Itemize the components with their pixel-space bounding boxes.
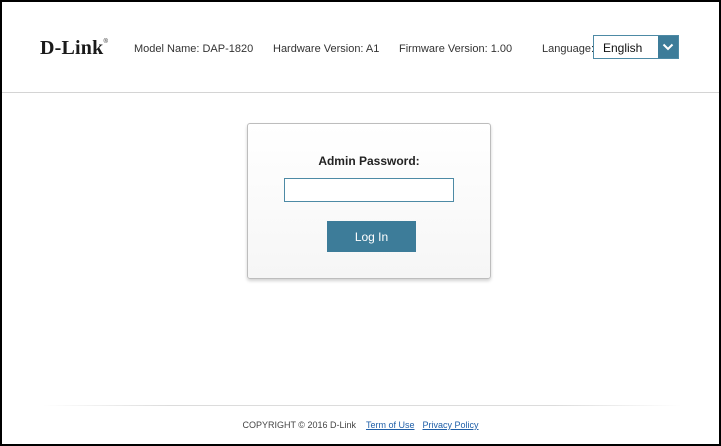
privacy-policy-link[interactable]: Privacy Policy	[423, 420, 479, 430]
registered-mark: ®	[103, 39, 109, 45]
admin-password-label: Admin Password:	[318, 154, 420, 168]
language-select[interactable]: English	[593, 35, 679, 59]
copyright-text: COPYRIGHT © 2016 D-Link	[242, 420, 356, 430]
model-name: Model Name: DAP-1820	[134, 43, 254, 55]
login-panel: Admin Password: Log In	[247, 123, 491, 279]
dlink-logo: D-Link®	[40, 37, 108, 60]
language-selected-value: English	[603, 41, 643, 55]
language-label: Language:	[542, 43, 594, 55]
logo-text: D-Link	[40, 37, 104, 59]
header-bar: D-Link® Model Name: DAP-1820 Hardware Ve…	[2, 2, 719, 93]
footer-divider	[42, 405, 682, 406]
hardware-version: Hardware Version: A1	[273, 43, 380, 55]
footer: COPYRIGHT © 2016 D-Link Term of Use Privac…	[2, 420, 719, 430]
login-button[interactable]: Log In	[327, 221, 416, 252]
firmware-version: Firmware Version: 1.00	[399, 43, 513, 55]
chevron-down-icon[interactable]	[658, 36, 678, 58]
browser-page: D-Link® Model Name: DAP-1820 Hardware Ve…	[0, 0, 721, 446]
term-of-use-link[interactable]: Term of Use	[366, 420, 415, 430]
admin-password-input[interactable]	[284, 178, 454, 202]
